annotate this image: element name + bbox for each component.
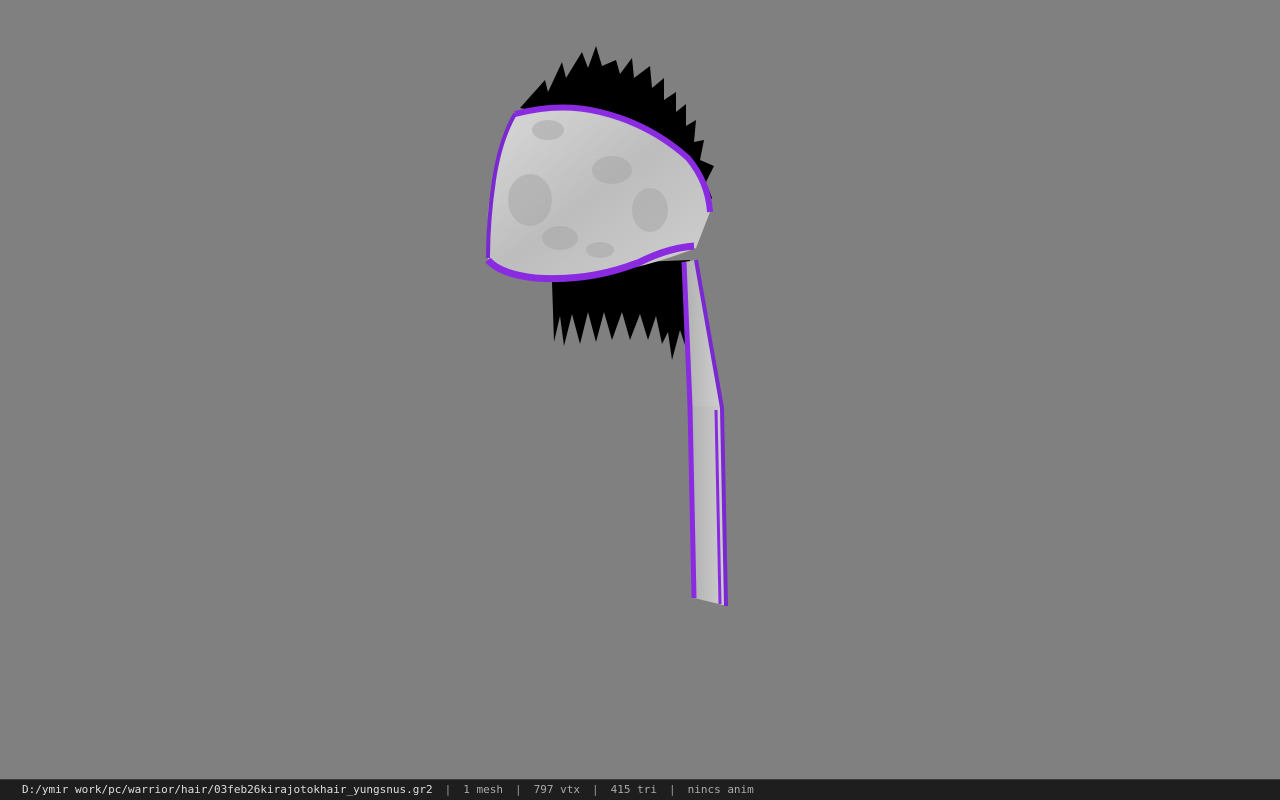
triangle-count: 415 tri [610,783,657,796]
separator: | [514,783,522,796]
file-path: D:/ymir work/pc/warrior/hair/03feb26kira… [22,783,433,796]
animation-status: nincs anim [687,783,754,796]
separator: | [668,783,676,796]
status-bar: D:/ymir work/pc/warrior/hair/03feb26kira… [0,779,1280,800]
mesh-count: 1 mesh [463,783,503,796]
separator: | [591,783,599,796]
3d-viewport[interactable] [0,0,1280,779]
separator: | [444,783,452,796]
hair-model [485,46,728,607]
vertex-count: 797 vtx [533,783,580,796]
